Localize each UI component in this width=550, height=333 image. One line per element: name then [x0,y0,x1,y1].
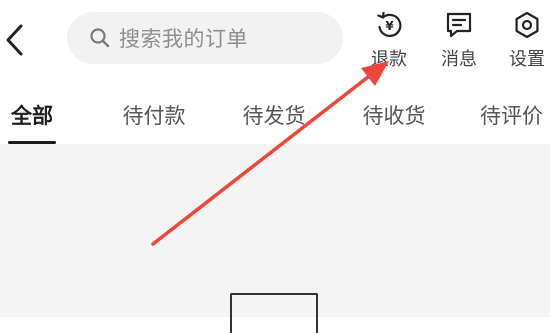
tab-all-label: 全部 [11,104,53,128]
search-icon [90,28,110,48]
refund-yen-glyph: ¥ [385,19,394,33]
tab-pending-payment[interactable]: 待付款 [110,86,198,144]
tab-pending-shipment[interactable]: 待发货 [230,86,318,144]
message-icon [446,12,472,38]
empty-state-illustration [230,293,318,333]
order-list-area [0,144,550,333]
tab-pending-shipment-label: 待发货 [242,104,306,128]
message-button[interactable]: 消息 [431,10,487,71]
order-status-tabs: 全部 待付款 待发货 待收货 待评价 [0,86,550,144]
search-placeholder: 搜索我的订单 [119,27,248,51]
refund-button[interactable]: ¥ 退款 [361,10,417,71]
tab-pending-receipt[interactable]: 待收货 [350,86,438,144]
tab-pending-review[interactable]: 待评价 [472,86,550,144]
settings-hexagon-icon [515,11,539,39]
back-button[interactable] [0,22,30,58]
tab-pending-review-label: 待评价 [480,104,543,128]
tab-pending-receipt-label: 待收货 [362,104,426,128]
top-bar: 搜索我的订单 ¥ 退款 消息 设置 [0,0,550,86]
refund-label: 退款 [371,49,407,70]
back-arrow-icon [6,24,23,56]
refund-yen-icon: ¥ [377,11,402,37]
search-input[interactable]: 搜索我的订单 [67,12,343,64]
tab-pending-payment-label: 待付款 [122,104,186,128]
tab-all[interactable]: 全部 [0,86,64,144]
settings-label: 设置 [509,49,545,70]
settings-button[interactable]: 设置 [499,10,550,71]
message-label: 消息 [441,49,477,70]
